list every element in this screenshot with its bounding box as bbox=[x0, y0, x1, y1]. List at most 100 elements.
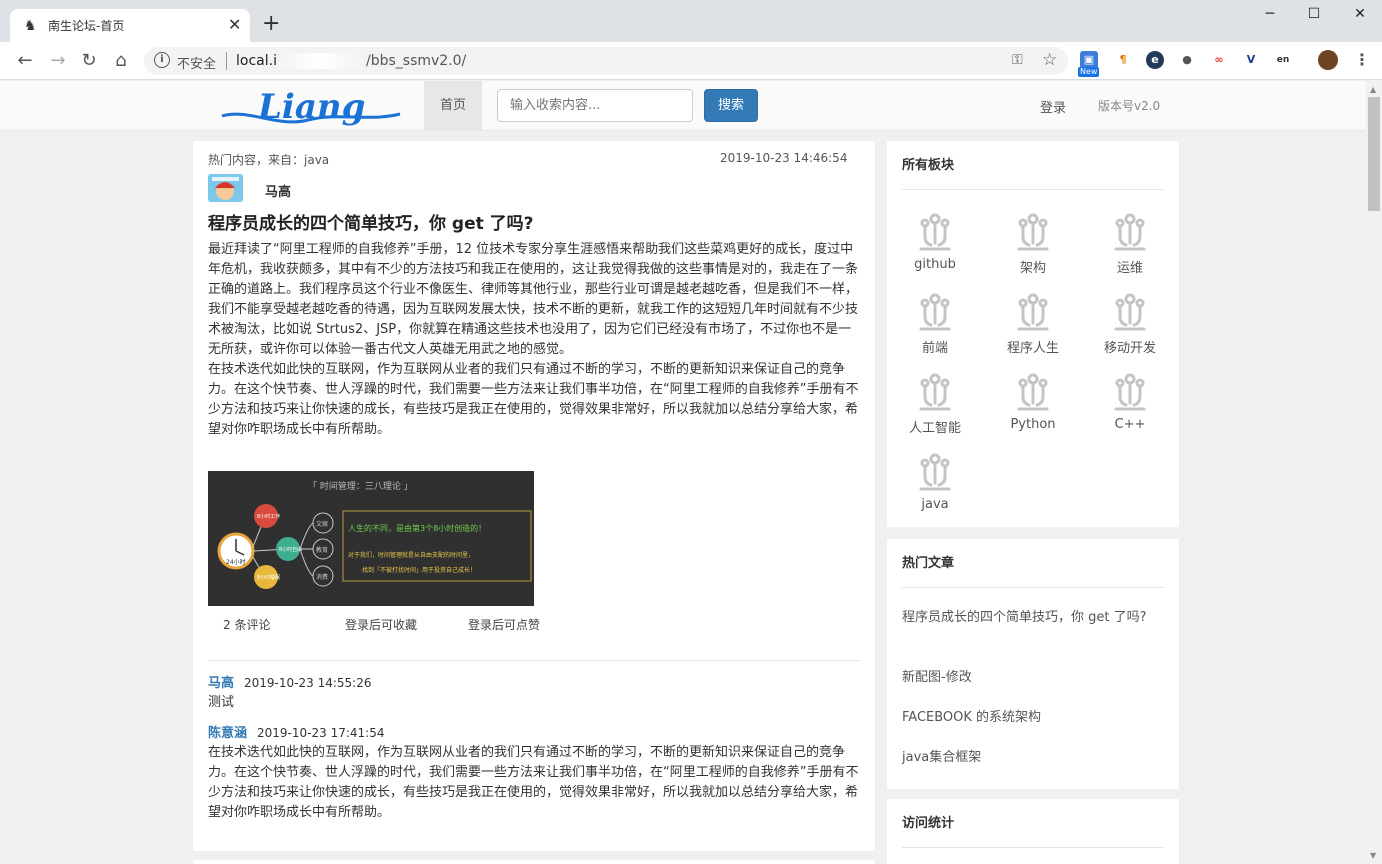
extension-translate-icon[interactable]: en bbox=[1274, 51, 1292, 69]
close-window-button[interactable]: ✕ bbox=[1350, 6, 1370, 22]
post-author[interactable]: 马高 bbox=[265, 181, 291, 200]
comment-user[interactable]: 马高 bbox=[208, 676, 234, 691]
board-circuit-icon bbox=[919, 453, 951, 491]
board-item[interactable]: 人工智能 bbox=[895, 373, 975, 436]
star-icon[interactable]: ☆ bbox=[1042, 50, 1057, 70]
search-input[interactable] bbox=[497, 89, 693, 122]
post-date: 2019-10-23 14:46:54 bbox=[720, 151, 848, 165]
hot-title: 热门文章 bbox=[902, 556, 955, 571]
scroll-down-icon[interactable]: ▼ bbox=[1370, 851, 1376, 860]
post-title[interactable]: 程序员成长的四个简单技巧，你 get 了吗? bbox=[208, 209, 534, 234]
version-label: 版本号v2.0 bbox=[1098, 99, 1161, 113]
comments-count-link[interactable]: 2 条评论 bbox=[223, 616, 270, 633]
hot-article-link[interactable]: java集合框架 bbox=[902, 748, 1162, 768]
board-circuit-icon bbox=[1017, 373, 1049, 411]
comment-item: 马高 2019-10-23 14:55:26 测试 bbox=[208, 672, 860, 713]
svg-text:8小时自由: 8小时自由 bbox=[279, 546, 302, 553]
divider bbox=[902, 189, 1164, 190]
extension-infinity-icon[interactable]: ∞ bbox=[1210, 51, 1228, 69]
new-tab-button[interactable]: + bbox=[262, 13, 280, 35]
board-label: 人工智能 bbox=[908, 421, 961, 436]
board-label: 程序人生 bbox=[1006, 341, 1059, 356]
board-item[interactable]: java bbox=[895, 453, 975, 512]
key-icon[interactable]: ⚿ bbox=[1012, 52, 1023, 68]
forward-arrow-icon[interactable]: → bbox=[48, 51, 68, 71]
board-item[interactable]: C++ bbox=[1090, 373, 1170, 432]
divider bbox=[208, 660, 860, 661]
omnibox-divider bbox=[226, 52, 227, 70]
minimize-button[interactable]: ─ bbox=[1260, 6, 1280, 22]
site-logo[interactable]: Liang bbox=[218, 84, 404, 130]
comment-time: 2019-10-23 14:55:26 bbox=[244, 676, 372, 690]
svg-text:找到「不被打扰时间」用于投资自己成长！: 找到「不被打扰时间」用于投资自己成长！ bbox=[362, 566, 476, 574]
hot-article-link[interactable]: FACEBOOK 的系统架构 bbox=[902, 708, 1162, 728]
nav-home-tab[interactable]: 首页 bbox=[424, 81, 482, 131]
search-button[interactable]: 搜索 bbox=[704, 89, 758, 122]
board-item[interactable]: 移动开发 bbox=[1090, 293, 1170, 356]
post-image[interactable]: 「 时间管理：三八理论 」 24小时 8小时工作 8小时自由 8小时睡眠 文娱 … bbox=[208, 471, 534, 606]
hot-article-link[interactable]: 程序员成长的四个简单技巧，你 get 了吗? bbox=[902, 608, 1162, 628]
info-icon[interactable]: i bbox=[154, 52, 170, 68]
board-label: Python bbox=[1010, 417, 1056, 432]
url-path: /bbs_ssmv2.0/ bbox=[366, 53, 467, 69]
comment-user[interactable]: 陈意涵 bbox=[208, 726, 247, 741]
scroll-thumb[interactable] bbox=[1368, 97, 1380, 211]
board-item[interactable]: 运维 bbox=[1090, 213, 1170, 276]
page-scrollbar[interactable]: ▲ ▼ bbox=[1366, 81, 1382, 864]
favorite-link[interactable]: 登录后可收藏 bbox=[345, 616, 417, 633]
insecure-label: 不安全 bbox=[177, 57, 217, 72]
svg-text:消费: 消费 bbox=[316, 573, 328, 581]
extension-bulb-icon[interactable]: ● bbox=[1178, 51, 1196, 69]
maximize-button[interactable]: ☐ bbox=[1304, 6, 1324, 22]
hot-articles-panel: 热门文章 程序员成长的四个简单技巧，你 get 了吗? 新配图-修改 FACEB… bbox=[887, 539, 1179, 789]
extension-e-icon[interactable]: e bbox=[1146, 51, 1164, 69]
boards-title: 所有板块 bbox=[902, 158, 955, 173]
page-viewport: Liang 首页 搜索 登录 版本号v2.0 热门内容，来自：java 2019… bbox=[0, 81, 1366, 864]
board-label: java bbox=[921, 497, 949, 512]
comment-text: 在技术迭代如此快的互联网，作为互联网从业者的我们只有通过不断的学习，不断的更新知… bbox=[208, 745, 859, 820]
new-badge: New bbox=[1078, 67, 1100, 77]
board-item[interactable]: 程序人生 bbox=[993, 293, 1073, 356]
board-label: github bbox=[914, 257, 956, 272]
svg-text:8小时工作: 8小时工作 bbox=[257, 513, 280, 520]
browser-tab[interactable]: ♞ 南生论坛-首页 ✕ bbox=[10, 9, 250, 42]
extension-pilcrow-icon[interactable]: ¶ bbox=[1114, 51, 1132, 69]
board-circuit-icon bbox=[1114, 213, 1146, 251]
board-item[interactable]: Python bbox=[993, 373, 1073, 432]
board-item[interactable]: 架构 bbox=[993, 213, 1073, 276]
svg-text:Liang: Liang bbox=[257, 87, 365, 127]
board-circuit-icon bbox=[1017, 213, 1049, 251]
reload-icon[interactable]: ↻ bbox=[79, 51, 99, 71]
back-arrow-icon[interactable]: ← bbox=[15, 51, 35, 71]
extension-v-icon[interactable]: V bbox=[1242, 51, 1260, 69]
board-label: C++ bbox=[1114, 417, 1146, 432]
divider bbox=[902, 587, 1164, 588]
author-avatar[interactable] bbox=[208, 174, 243, 202]
stats-title: 访问统计 bbox=[902, 816, 955, 831]
board-circuit-icon bbox=[1114, 293, 1146, 331]
home-icon[interactable]: ⌂ bbox=[111, 51, 131, 71]
url-host: local.i bbox=[236, 53, 277, 69]
browser-tab-bar: ♞ 南生论坛-首页 ✕ + ─ ☐ ✕ bbox=[0, 0, 1382, 42]
board-item[interactable]: 前端 bbox=[895, 293, 975, 356]
svg-text:文娱: 文娱 bbox=[316, 520, 328, 528]
post-paragraph: 最近拜读了“阿里工程师的自我修养”手册，12 位技术专家分享生涯感悟来帮助我们这… bbox=[208, 242, 859, 357]
post-paragraph: 在技术迭代如此快的互联网，作为互联网从业者的我们只有通过不断的学习，不断的更新知… bbox=[208, 362, 859, 437]
kebab-menu-icon[interactable]: ⋮ bbox=[1354, 50, 1370, 69]
address-bar[interactable]: i 不安全 local.i /bbs_ssmv2.0/ ⚿ ☆ bbox=[144, 47, 1068, 75]
board-circuit-icon bbox=[919, 293, 951, 331]
hot-article-link[interactable]: 新配图-修改 bbox=[902, 668, 1162, 688]
post-actions: 2 条评论 登录后可收藏 登录后可点赞 bbox=[208, 616, 860, 636]
board-item[interactable]: github bbox=[895, 213, 975, 272]
divider bbox=[902, 847, 1164, 848]
browser-toolbar: ← → ↻ ⌂ i 不安全 local.i /bbs_ssmv2.0/ ⚿ ☆ … bbox=[0, 42, 1382, 80]
profile-avatar[interactable] bbox=[1318, 50, 1338, 70]
board-circuit-icon bbox=[1017, 293, 1049, 331]
board-label: 移动开发 bbox=[1103, 341, 1156, 356]
login-link[interactable]: 登录 bbox=[1040, 97, 1066, 116]
tab-close-icon[interactable]: ✕ bbox=[228, 15, 241, 35]
stats-panel: 访问统计 bbox=[887, 799, 1179, 864]
scroll-up-icon[interactable]: ▲ bbox=[1370, 85, 1376, 94]
like-link[interactable]: 登录后可点赞 bbox=[468, 616, 540, 633]
svg-text:「 时间管理：三八理论 」: 「 时间管理：三八理论 」 bbox=[308, 480, 413, 492]
